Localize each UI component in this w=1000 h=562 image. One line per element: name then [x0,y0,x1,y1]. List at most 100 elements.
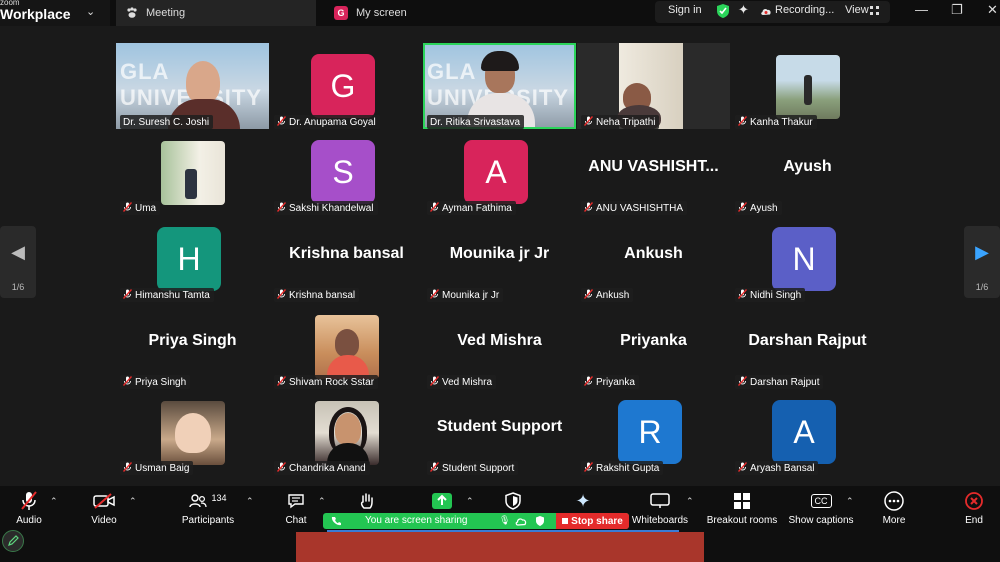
sparkle-icon: ✦ [575,490,591,511]
participant-tile[interactable]: Darshan Rajput Darshan Rajput [731,303,884,389]
security-button[interactable] [502,490,524,512]
audio-button[interactable]: Audio [10,490,48,526]
participant-tile[interactable]: A Ayman Fathima [423,129,576,215]
video-options-caret[interactable]: ⌃ [129,496,137,507]
mic-muted-icon [123,375,132,389]
participant-name-label: Dr. Suresh C. Joshi [120,115,214,129]
participant-tile[interactable]: Priyanka Priyanka [577,303,730,389]
participant-display-name: Priyanka [620,332,687,349]
sign-in-link[interactable]: Sign in [668,4,702,16]
participant-tile[interactable]: Ved Mishra Ved Mishra [423,303,576,389]
participants-button[interactable]: 134 Participants [178,490,238,526]
participant-tile[interactable]: Krishna bansal Krishna bansal [270,216,423,302]
participant-name: Dr. Ritika Srivastava [430,116,521,128]
annotate-button[interactable] [2,530,24,552]
restore-icon[interactable]: ❐ [951,2,963,18]
shared-content-preview [296,532,704,562]
participant-name-label: Ankush [581,288,634,302]
mic-muted-icon [123,461,132,475]
participant-name: Kanha Thakur [750,116,813,128]
participant-name: Dr. Suresh C. Joshi [123,116,210,128]
participant-tile[interactable]: G Dr. Anupama Goyal [270,43,423,129]
share-up-icon [432,493,452,509]
share-screen-button[interactable] [430,490,454,512]
page-indicator-left: 1/6 [11,282,25,292]
shield-check-icon[interactable] [716,3,730,19]
participant-tile[interactable]: Student Support Student Support [423,389,576,475]
participant-tile[interactable]: Chandrika Anand [270,389,423,475]
participant-tile[interactable]: Ayush Ayush [731,129,884,215]
participant-name-label: Rakshit Gupta [581,461,664,475]
participant-tile[interactable]: GLA UNIVERSITYDr. Ritika Srivastava [423,43,576,129]
share-shield-icon[interactable] [535,515,545,527]
view-menu[interactable]: View [845,4,869,16]
participants-caret[interactable]: ⌃ [246,496,254,507]
tab-screen-label: My screen [356,7,407,19]
participant-tile[interactable]: N Nidhi Singh [731,216,884,302]
participants-label: Participants [181,515,235,526]
video-button[interactable]: Video [86,490,122,526]
captions-caret[interactable]: ⌃ [846,496,854,507]
prev-page-button[interactable]: ◀ 1/6 [0,226,36,298]
whiteboards-button[interactable]: Whiteboards [628,490,692,526]
participant-tile[interactable]: Shivam Rock Sstar [270,303,423,389]
participant-tile[interactable]: Neha Tripathi [577,43,730,129]
share-mic-icon[interactable]: 🎙 [499,515,510,526]
page-indicator-right: 1/6 [975,282,989,292]
audio-label: Audio [16,515,42,526]
whiteboard-icon [650,493,670,508]
participant-tile[interactable]: A Aryash Bansal [731,389,884,475]
app-brand[interactable]: zoom Workplace ⌄ [0,0,110,26]
participant-tile[interactable]: Ankush Ankush [577,216,730,302]
screen-sharing-bar[interactable]: You are screen sharing 🎙 Stop share [323,513,629,529]
avatar: G [311,54,375,118]
participant-name: Student Support [442,462,515,474]
participant-name: Mounika jr Jr [442,289,500,301]
next-page-button[interactable]: ▶ 1/6 [964,226,1000,298]
recording-status[interactable]: Recording... [775,4,834,16]
participant-tile[interactable]: Kanha Thakur [731,43,884,129]
participant-tile[interactable]: H Himanshu Tamta [116,216,269,302]
share-cloud-icon[interactable] [515,516,527,526]
more-label: More [882,515,906,526]
participant-tile[interactable]: S Sakshi Khandelwal [270,129,423,215]
mic-muted-icon [584,201,593,215]
participant-name-label: Shivam Rock Sstar [274,375,379,389]
mic-muted-icon [430,461,439,475]
reactions-button[interactable] [354,490,380,512]
people-icon [189,494,208,508]
tab-my-screen[interactable]: G My screen [328,0,528,26]
chat-caret[interactable]: ⌃ [318,496,326,507]
ai-sparkle-icon[interactable]: ✦ [738,2,749,18]
chevron-down-icon[interactable]: ⌄ [86,5,95,18]
participant-tile[interactable]: Priya Singh Priya Singh [116,303,269,389]
mic-muted-icon [123,288,132,302]
end-button[interactable]: End [960,490,988,526]
mic-muted-icon [277,461,286,475]
avatar: H [157,227,221,291]
breakout-rooms-button[interactable]: Breakout rooms [702,490,782,526]
mic-muted-icon [738,461,747,475]
chat-button[interactable]: Chat [282,490,310,526]
whiteboards-caret[interactable]: ⌃ [686,496,694,507]
participant-tile[interactable]: Mounika jr Jr Mounika jr Jr [423,216,576,302]
participant-tile[interactable]: GLA UNIVERSITYDr. Suresh C. Joshi [116,43,269,129]
stop-share-label: Stop share [571,515,623,527]
participant-name-label: Ayman Fathima [427,201,516,215]
ai-companion-button[interactable]: ✦ [570,490,596,512]
stop-share-button[interactable]: Stop share [556,513,629,529]
more-button[interactable]: More [878,490,910,526]
close-icon[interactable]: ✕ [987,2,998,18]
participant-tile[interactable]: R Rakshit Gupta [577,389,730,475]
audio-options-caret[interactable]: ⌃ [50,496,58,507]
participant-name-label: Student Support [427,461,519,475]
avatar: A [464,140,528,204]
minimize-icon[interactable]: — [915,2,928,17]
paw-icon [127,7,137,18]
participant-tile[interactable]: Uma [116,129,269,215]
grid-icon[interactable] [870,6,879,15]
share-caret[interactable]: ⌃ [466,496,474,507]
participant-tile[interactable]: Usman Baig [116,389,269,475]
tab-meeting[interactable]: Meeting [116,0,316,26]
participant-tile[interactable]: ANU VASHISHT... ANU VASHISHTHA [577,129,730,215]
